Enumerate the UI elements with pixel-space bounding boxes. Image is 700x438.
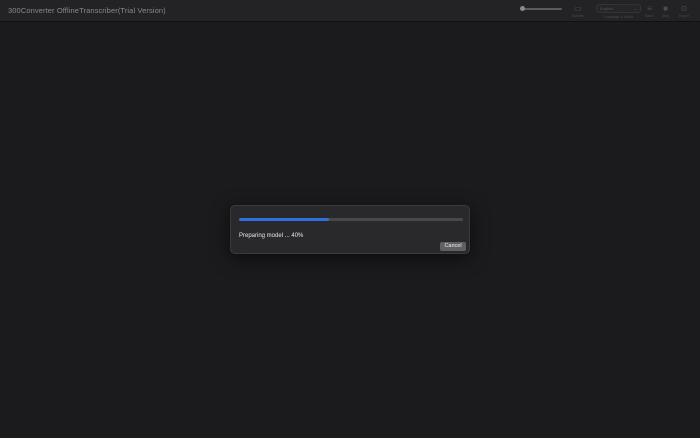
chevron-down-icon: ⌄	[633, 6, 637, 11]
subtitle-icon: ▭	[574, 4, 582, 13]
status-text: Preparing model ... 40%	[239, 233, 304, 239]
progress-fill	[239, 218, 329, 221]
export-icon: ⊙	[680, 4, 688, 13]
stop-icon: ■	[663, 4, 669, 13]
language-select[interactable]: English ⌄	[596, 4, 641, 13]
language-model-label: Language & Model	[603, 15, 634, 19]
progress-bar	[239, 218, 463, 221]
export-label: Export	[679, 14, 690, 18]
stop-button[interactable]: ■ Stop	[662, 4, 669, 20]
batch-icon: ≡	[647, 4, 652, 13]
volume-slider-knob[interactable]	[520, 6, 525, 11]
subtitle-label: Subtitle	[572, 14, 584, 18]
progress-dialog: Preparing model ... 40% Cancel	[230, 205, 470, 254]
window-title: 300Converter OfflineTranscriber(Trial Ve…	[8, 6, 166, 15]
batch-label: Batch	[645, 14, 654, 18]
batch-button[interactable]: ≡ Batch	[645, 4, 654, 20]
language-value: English	[600, 6, 614, 11]
title-bar: 300Converter OfflineTranscriber(Trial Ve…	[0, 0, 700, 22]
cancel-button[interactable]: Cancel	[440, 242, 466, 251]
volume-slider[interactable]	[522, 8, 562, 10]
subtitle-button[interactable]: ▭ Subtitle	[572, 4, 584, 20]
export-button[interactable]: ⊙ Export	[679, 4, 689, 20]
stop-label: Stop	[662, 14, 670, 18]
